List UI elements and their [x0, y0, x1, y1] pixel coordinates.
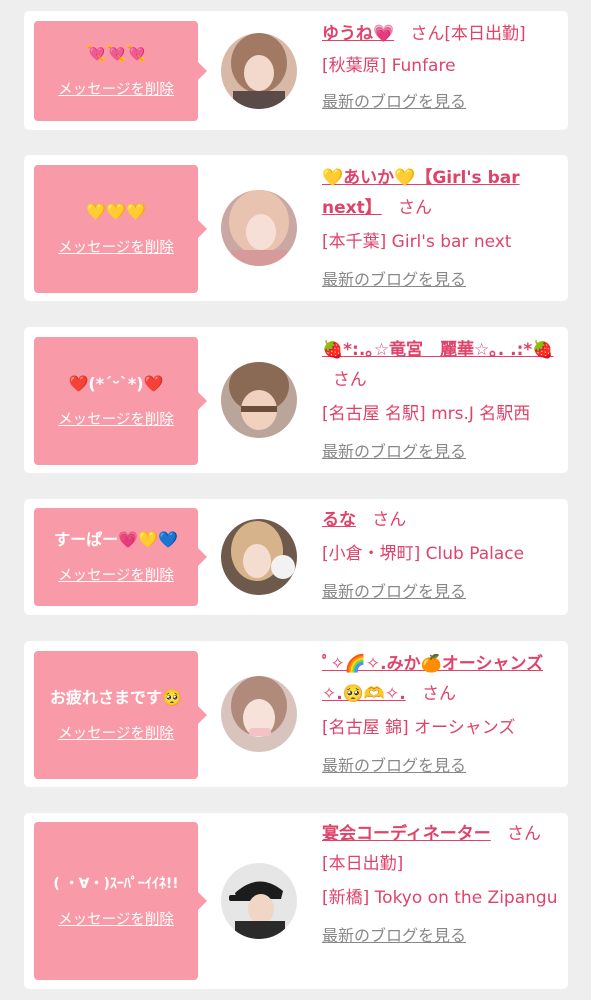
message-card: ❤️(*´ᵕ`*)❤️ メッセージを削除 🍓*:.｡☆竜宮 麗華☆｡. .:*🍓…: [24, 327, 568, 473]
avatar[interactable]: [221, 190, 297, 266]
delete-message-link[interactable]: メッセージを削除: [58, 725, 174, 743]
cast-info: 🍓*:.｡☆竜宮 麗華☆｡. .:*🍓 さん [名古屋 名駅] mrs.J 名駅…: [322, 335, 560, 463]
shop-name: [新橋] Tokyo on the Zipangu: [322, 888, 558, 908]
message-card: 💘💘💘 メッセージを削除 ゆうね💗 さん[本日出勤] [秋葉原] Funfare…: [24, 11, 568, 130]
message-text: すーぱー💗💛💙: [54, 530, 178, 549]
message-bubble: ( ・∀・)ｽｰﾊﾟｰｲｲﾈ!! メッセージを削除: [34, 822, 207, 980]
shop-name: [秋葉原] Funfare: [322, 56, 456, 76]
latest-blog-link[interactable]: 最新のブログを見る: [322, 581, 560, 603]
message-text: 💘💘💘: [86, 44, 146, 63]
cast-name-link[interactable]: 宴会コーディネーター: [322, 824, 491, 844]
delete-message-link[interactable]: メッセージを削除: [58, 567, 174, 585]
shop-name: [名古屋 名駅] mrs.J 名駅西: [322, 404, 531, 424]
latest-blog-link[interactable]: 最新のブログを見る: [322, 441, 560, 463]
cast-name-link[interactable]: るな: [322, 510, 356, 530]
cast-name-link[interactable]: ゆうね💗: [322, 24, 394, 44]
shop-name: [名古屋 錦] オーシャンズ: [322, 718, 516, 738]
name-line: ゆうね💗 さん[本日出勤]: [322, 19, 560, 49]
avatar[interactable]: [221, 33, 297, 109]
name-line: 🍓*:.｡☆竜宮 麗華☆｡. .:*🍓 さん: [322, 335, 560, 395]
cast-info: 宴会コーディネーター さん [本日出勤] [新橋] Tokyo on the Zi…: [322, 819, 560, 947]
cast-info: 💛あいか💛【Girl's bar next】 さん [本千葉] Girl's b…: [322, 163, 560, 291]
status-label: [本日出勤]: [444, 24, 526, 44]
avatar[interactable]: [221, 863, 297, 939]
message-bubble: 💛💛💛 メッセージを削除: [34, 165, 207, 293]
shop-name: [本千葉] Girl's bar next: [322, 232, 512, 252]
message-text: 💛💛💛: [86, 202, 146, 221]
message-bubble: すーぱー💗💛💙 メッセージを削除: [34, 508, 207, 606]
name-line: ﾟ✧🌈✧.みか🍊オーシャンズ✧.🥺🫶✧. さん: [322, 649, 560, 709]
delete-message-link[interactable]: メッセージを削除: [58, 239, 174, 257]
delete-message-link[interactable]: メッセージを削除: [58, 81, 174, 99]
cast-info: ﾟ✧🌈✧.みか🍊オーシャンズ✧.🥺🫶✧. さん [名古屋 錦] オーシャンズ 最…: [322, 649, 560, 777]
message-text: お疲れさまです🥺: [50, 688, 182, 707]
honorific: さん: [372, 510, 407, 530]
shop-name: [小倉・堺町] Club Palace: [322, 544, 525, 564]
honorific: さん: [410, 24, 445, 44]
name-line: 💛あいか💛【Girl's bar next】 さん: [322, 163, 560, 223]
name-line: 宴会コーディネーター さん [本日出勤]: [322, 819, 560, 879]
message-card: すーぱー💗💛💙 メッセージを削除 るな さん [小倉・堺町] Club Pala…: [24, 499, 568, 615]
delete-message-link[interactable]: メッセージを削除: [58, 911, 174, 929]
latest-blog-link[interactable]: 最新のブログを見る: [322, 925, 560, 947]
cast-info: ゆうね💗 さん[本日出勤] [秋葉原] Funfare 最新のブログを見る: [322, 19, 560, 113]
message-text: ❤️(*´ᵕ`*)❤️: [68, 374, 164, 393]
message-card: 💛💛💛 メッセージを削除 💛あいか💛【Girl's bar next】 さん […: [24, 155, 568, 301]
message-bubble: 💘💘💘 メッセージを削除: [34, 21, 207, 121]
honorific: さん: [332, 370, 367, 390]
message-card: お疲れさまです🥺 メッセージを削除 ﾟ✧🌈✧.みか🍊オーシャンズ✧.🥺🫶✧. さ…: [24, 641, 568, 787]
message-card: ( ・∀・)ｽｰﾊﾟｰｲｲﾈ!! メッセージを削除 宴会コーディネーター さん […: [24, 813, 568, 989]
name-line: るな さん: [322, 505, 560, 535]
message-list: 💘💘💘 メッセージを削除 ゆうね💗 さん[本日出勤] [秋葉原] Funfare…: [0, 0, 591, 1000]
honorific: さん: [421, 684, 456, 704]
avatar[interactable]: [221, 519, 297, 595]
status-label: [本日出勤]: [322, 854, 404, 874]
avatar[interactable]: [221, 362, 297, 438]
message-bubble: お疲れさまです🥺 メッセージを削除: [34, 651, 207, 779]
latest-blog-link[interactable]: 最新のブログを見る: [322, 269, 560, 291]
latest-blog-link[interactable]: 最新のブログを見る: [322, 91, 560, 113]
avatar[interactable]: [221, 676, 297, 752]
honorific: さん: [397, 198, 432, 218]
message-text: ( ・∀・)ｽｰﾊﾟｰｲｲﾈ!!: [53, 876, 179, 892]
honorific: さん: [507, 824, 542, 844]
message-bubble: ❤️(*´ᵕ`*)❤️ メッセージを削除: [34, 337, 207, 465]
delete-message-link[interactable]: メッセージを削除: [58, 411, 174, 429]
latest-blog-link[interactable]: 最新のブログを見る: [322, 755, 560, 777]
cast-name-link[interactable]: 🍓*:.｡☆竜宮 麗華☆｡. .:*🍓: [322, 340, 553, 360]
cast-info: るな さん [小倉・堺町] Club Palace 最新のブログを見る: [322, 505, 560, 603]
